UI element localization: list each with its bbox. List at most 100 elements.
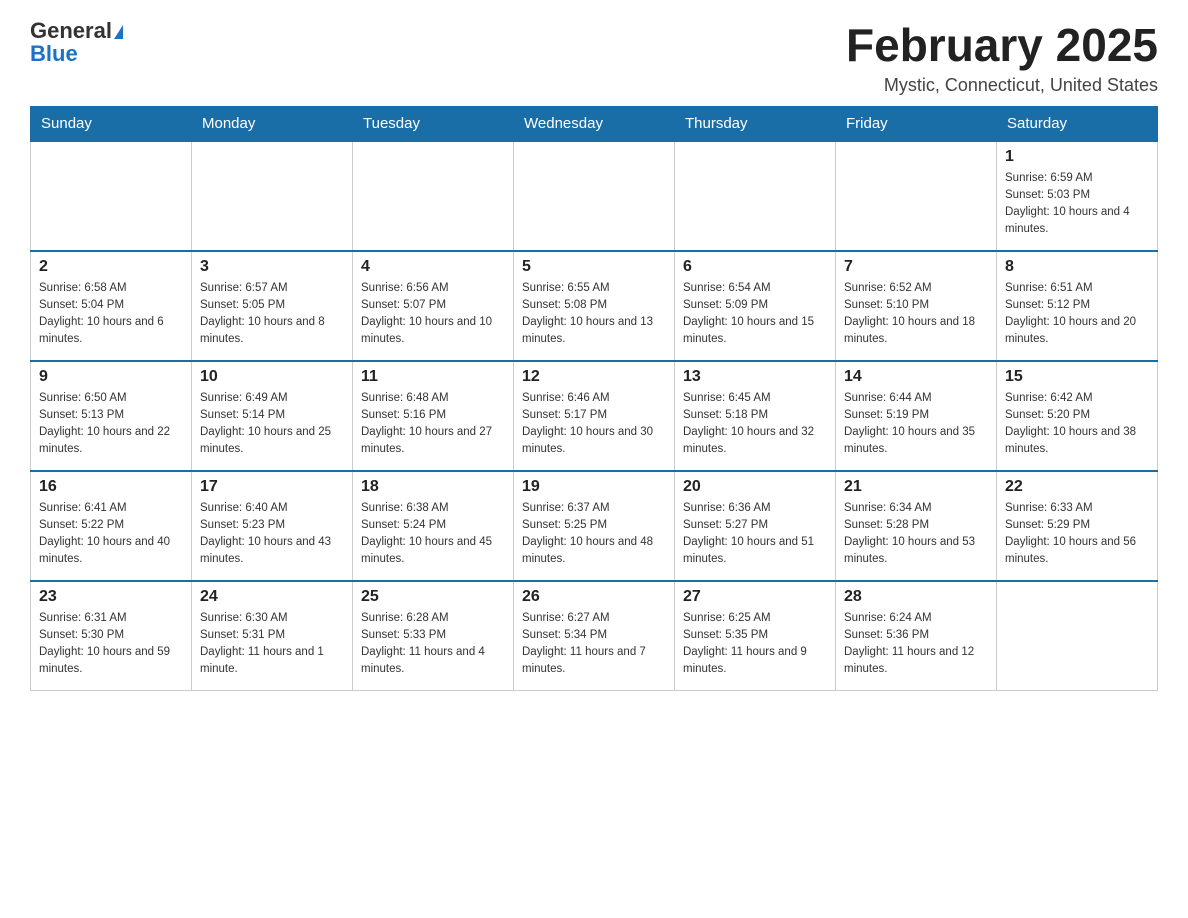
day-info: Sunrise: 6:42 AMSunset: 5:20 PMDaylight:…: [1005, 390, 1149, 459]
calendar-cell: 11Sunrise: 6:48 AMSunset: 5:16 PMDayligh…: [353, 361, 514, 471]
day-info: Sunrise: 6:56 AMSunset: 5:07 PMDaylight:…: [361, 280, 505, 349]
day-info: Sunrise: 6:38 AMSunset: 5:24 PMDaylight:…: [361, 500, 505, 569]
day-info: Sunrise: 6:30 AMSunset: 5:31 PMDaylight:…: [200, 610, 344, 679]
calendar-cell: 17 Sunrise: 6:40 AMSunset: 5:23 PMDayligh…: [192, 471, 353, 581]
col-monday: Monday: [192, 106, 353, 141]
day-number: 7: [844, 258, 988, 276]
day-number: 21: [844, 478, 988, 496]
col-friday: Friday: [836, 106, 997, 141]
calendar-cell: [353, 141, 514, 251]
day-info: Sunrise: 6:51 AMSunset: 5:12 PMDaylight:…: [1005, 280, 1149, 349]
calendar-cell: 19Sunrise: 6:37 AMSunset: 5:25 PMDayligh…: [514, 471, 675, 581]
day-info: Sunrise: 6:55 AMSunset: 5:08 PMDaylight:…: [522, 280, 666, 349]
calendar-cell: [31, 141, 192, 251]
day-number: 16: [39, 478, 183, 496]
calendar-week-row: 1 Sunrise: 6:59 AMSunset: 5:03 PMDaylight…: [31, 141, 1158, 251]
day-info: Sunrise: 6:31 AMSunset: 5:30 PMDaylight:…: [39, 610, 183, 679]
day-number: 24: [200, 588, 344, 606]
day-info: Sunrise: 6:54 AMSunset: 5:09 PMDaylight:…: [683, 280, 827, 349]
day-number: 8: [1005, 258, 1149, 276]
logo-general: General: [30, 18, 112, 43]
day-number: 3: [200, 258, 344, 276]
calendar-cell: 9Sunrise: 6:50 AMSunset: 5:13 PMDaylight…: [31, 361, 192, 471]
calendar-cell: 28 Sunrise: 6:24 AMSunset: 5:36 PMDayligh…: [836, 581, 997, 691]
calendar-week-row: 9Sunrise: 6:50 AMSunset: 5:13 PMDaylight…: [31, 361, 1158, 471]
calendar-cell: [997, 581, 1158, 691]
day-info: Sunrise: 6:27 AMSunset: 5:34 PMDaylight:…: [522, 610, 666, 679]
day-number: 10: [200, 368, 344, 386]
col-tuesday: Tuesday: [353, 106, 514, 141]
calendar-cell: 3Sunrise: 6:57 AMSunset: 5:05 PMDaylight…: [192, 251, 353, 361]
day-info: Sunrise: 6:58 AMSunset: 5:04 PMDaylight:…: [39, 280, 183, 349]
day-number: 5: [522, 258, 666, 276]
calendar-cell: 25Sunrise: 6:28 AMSunset: 5:33 PMDayligh…: [353, 581, 514, 691]
calendar-cell: 8 Sunrise: 6:51 AMSunset: 5:12 PMDaylight…: [997, 251, 1158, 361]
logo-blue: Blue: [30, 43, 78, 65]
calendar-week-row: 2 Sunrise: 6:58 AMSunset: 5:04 PMDaylight…: [31, 251, 1158, 361]
day-number: 13: [683, 368, 827, 386]
day-info: Sunrise: 6:52 AMSunset: 5:10 PMDaylight:…: [844, 280, 988, 349]
day-number: 28: [844, 588, 988, 606]
day-number: 18: [361, 478, 505, 496]
calendar-cell: 7 Sunrise: 6:52 AMSunset: 5:10 PMDaylight…: [836, 251, 997, 361]
calendar-cell: 4 Sunrise: 6:56 AMSunset: 5:07 PMDaylight…: [353, 251, 514, 361]
calendar-cell: 18 Sunrise: 6:38 AMSunset: 5:24 PMDayligh…: [353, 471, 514, 581]
calendar-cell: [192, 141, 353, 251]
logo-text: General: [30, 20, 123, 43]
col-sunday: Sunday: [31, 106, 192, 141]
day-info: Sunrise: 6:44 AMSunset: 5:19 PMDaylight:…: [844, 390, 988, 459]
day-number: 12: [522, 368, 666, 386]
day-info: Sunrise: 6:41 AMSunset: 5:22 PMDaylight:…: [39, 500, 183, 569]
day-number: 6: [683, 258, 827, 276]
calendar-cell: 21 Sunrise: 6:34 AMSunset: 5:28 PMDayligh…: [836, 471, 997, 581]
day-info: Sunrise: 6:34 AMSunset: 5:28 PMDaylight:…: [844, 500, 988, 569]
day-number: 1: [1005, 148, 1149, 166]
calendar-cell: 13 Sunrise: 6:45 AMSunset: 5:18 PMDayligh…: [675, 361, 836, 471]
title-block: February 2025 Mystic, Connecticut, Unite…: [846, 20, 1158, 96]
calendar-cell: 27 Sunrise: 6:25 AMSunset: 5:35 PMDayligh…: [675, 581, 836, 691]
day-info: Sunrise: 6:49 AMSunset: 5:14 PMDaylight:…: [200, 390, 344, 459]
calendar-cell: [514, 141, 675, 251]
day-info: Sunrise: 6:33 AMSunset: 5:29 PMDaylight:…: [1005, 500, 1149, 569]
day-info: Sunrise: 6:37 AMSunset: 5:25 PMDaylight:…: [522, 500, 666, 569]
calendar-table: Sunday Monday Tuesday Wednesday Thursday…: [30, 106, 1158, 692]
day-info: Sunrise: 6:45 AMSunset: 5:18 PMDaylight:…: [683, 390, 827, 459]
calendar-cell: 16 Sunrise: 6:41 AMSunset: 5:22 PMDayligh…: [31, 471, 192, 581]
calendar-cell: 5 Sunrise: 6:55 AMSunset: 5:08 PMDaylight…: [514, 251, 675, 361]
calendar-cell: 2 Sunrise: 6:58 AMSunset: 5:04 PMDaylight…: [31, 251, 192, 361]
location: Mystic, Connecticut, United States: [846, 75, 1158, 96]
calendar-cell: 15Sunrise: 6:42 AMSunset: 5:20 PMDayligh…: [997, 361, 1158, 471]
day-number: 26: [522, 588, 666, 606]
calendar-week-row: 16 Sunrise: 6:41 AMSunset: 5:22 PMDayligh…: [31, 471, 1158, 581]
calendar-cell: [836, 141, 997, 251]
logo: General Blue: [30, 20, 123, 65]
day-number: 23: [39, 588, 183, 606]
calendar-cell: 24 Sunrise: 6:30 AMSunset: 5:31 PMDayligh…: [192, 581, 353, 691]
day-number: 11: [361, 368, 505, 386]
calendar-cell: 14Sunrise: 6:44 AMSunset: 5:19 PMDayligh…: [836, 361, 997, 471]
calendar-week-row: 23 Sunrise: 6:31 AMSunset: 5:30 PMDayligh…: [31, 581, 1158, 691]
day-number: 2: [39, 258, 183, 276]
col-wednesday: Wednesday: [514, 106, 675, 141]
day-number: 25: [361, 588, 505, 606]
day-info: Sunrise: 6:25 AMSunset: 5:35 PMDaylight:…: [683, 610, 827, 679]
day-number: 27: [683, 588, 827, 606]
calendar-cell: 26 Sunrise: 6:27 AMSunset: 5:34 PMDayligh…: [514, 581, 675, 691]
month-title: February 2025: [846, 20, 1158, 71]
day-info: Sunrise: 6:46 AMSunset: 5:17 PMDaylight:…: [522, 390, 666, 459]
day-info: Sunrise: 6:24 AMSunset: 5:36 PMDaylight:…: [844, 610, 988, 679]
calendar-cell: 1 Sunrise: 6:59 AMSunset: 5:03 PMDaylight…: [997, 141, 1158, 251]
day-info: Sunrise: 6:50 AMSunset: 5:13 PMDaylight:…: [39, 390, 183, 459]
col-thursday: Thursday: [675, 106, 836, 141]
day-info: Sunrise: 6:59 AMSunset: 5:03 PMDaylight:…: [1005, 170, 1149, 239]
day-info: Sunrise: 6:40 AMSunset: 5:23 PMDaylight:…: [200, 500, 344, 569]
logo-triangle-icon: [114, 25, 123, 39]
calendar-cell: 20Sunrise: 6:36 AMSunset: 5:27 PMDayligh…: [675, 471, 836, 581]
calendar-cell: 6 Sunrise: 6:54 AMSunset: 5:09 PMDaylight…: [675, 251, 836, 361]
col-saturday: Saturday: [997, 106, 1158, 141]
calendar-cell: 23 Sunrise: 6:31 AMSunset: 5:30 PMDayligh…: [31, 581, 192, 691]
page-header: General Blue February 2025 Mystic, Conne…: [30, 20, 1158, 96]
day-number: 4: [361, 258, 505, 276]
day-number: 17: [200, 478, 344, 496]
calendar-cell: 10 Sunrise: 6:49 AMSunset: 5:14 PMDayligh…: [192, 361, 353, 471]
